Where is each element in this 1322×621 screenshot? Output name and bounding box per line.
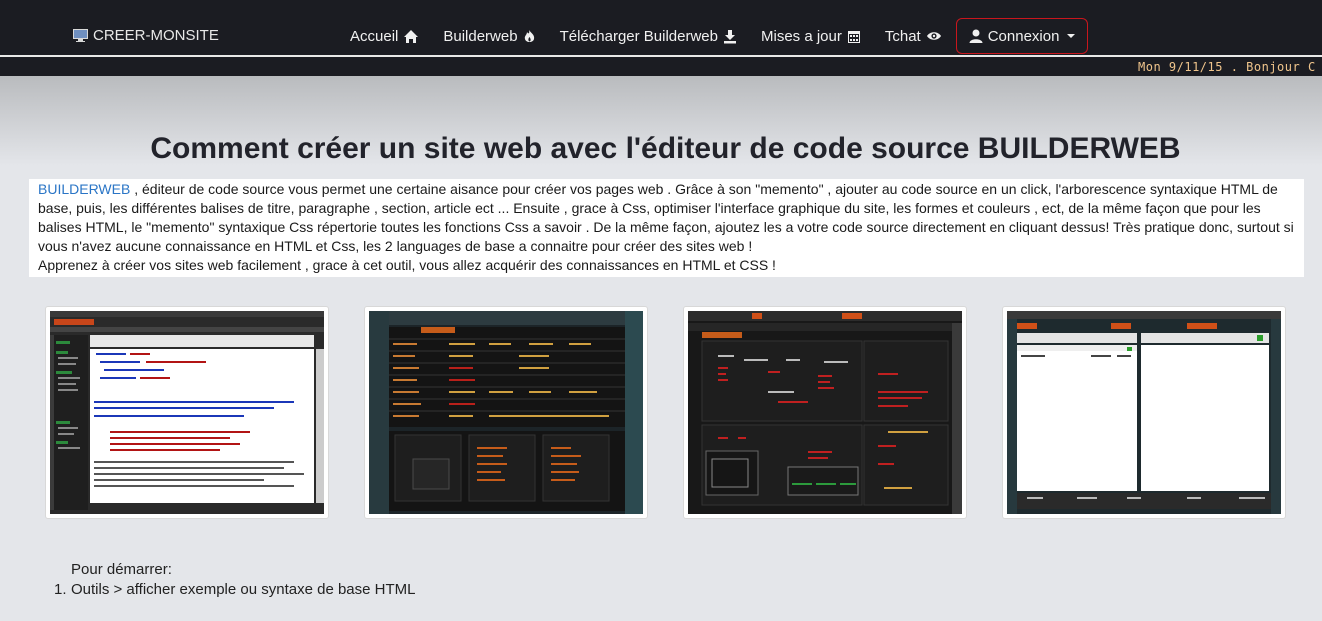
ticker-text: Mon 9/11/15 . Bonjour C — [1138, 60, 1316, 74]
nav-builderweb[interactable]: Builderweb — [431, 18, 547, 54]
nav-accueil-label: Accueil — [350, 27, 399, 45]
screenshot-ftp-image — [1007, 311, 1281, 514]
step-text: Outils > afficher exemple ou syntaxe de … — [71, 581, 416, 598]
connexion-dropdown-button[interactable]: Connexion — [955, 18, 1089, 54]
nav-telecharger-label: Télécharger Builderweb — [559, 27, 718, 45]
download-icon — [723, 29, 737, 44]
chevron-down-icon — [1067, 34, 1076, 38]
intro-paragraph: , éditeur de code source vous permet une… — [38, 181, 1294, 254]
nav-mises-a-jour-label: Mises a jour — [761, 27, 842, 45]
eye-icon — [926, 30, 942, 42]
connexion-label: Connexion — [987, 27, 1060, 45]
calendar-icon — [847, 29, 861, 44]
home-icon — [403, 29, 419, 44]
nav-accueil[interactable]: Accueil — [338, 18, 431, 54]
start-title: Pour démarrer: — [71, 561, 172, 578]
screenshot-ftp[interactable] — [1002, 306, 1286, 519]
user-icon — [969, 29, 983, 44]
nav-mises-a-jour[interactable]: Mises a jour — [749, 18, 873, 54]
step-item: 1. Outils > afficher exemple ou syntaxe … — [54, 581, 416, 598]
intro-text: BUILDERWEB , éditeur de code source vous… — [29, 179, 1304, 277]
steps-list: 1. Outils > afficher exemple ou syntaxe … — [54, 581, 416, 598]
step-number: 1. — [54, 581, 67, 598]
ticker-bar: Mon 9/11/15 . Bonjour C — [0, 57, 1322, 76]
top-navbar: CREER-MONSITE Accueil Builderweb Télécha… — [0, 0, 1322, 55]
page-title: Comment créer un site web avec l'éditeur… — [150, 132, 1181, 165]
main-menu: Accueil Builderweb Télécharger Builderwe… — [338, 18, 1089, 54]
nav-tchat-label: Tchat — [884, 27, 921, 45]
brand-label: CREER-MONSITE — [93, 27, 219, 44]
screenshot-css-memento[interactable] — [364, 306, 648, 519]
nav-tchat[interactable]: Tchat — [873, 18, 954, 54]
brand-link[interactable]: CREER-MONSITE — [73, 27, 219, 44]
screenshot-html-memento[interactable] — [683, 306, 967, 519]
screenshot-editor[interactable] — [45, 306, 329, 519]
nav-telecharger[interactable]: Télécharger Builderweb — [548, 18, 749, 54]
intro-paragraph-2: Apprenez à créer vos sites web facilemen… — [38, 257, 776, 273]
screenshot-editor-image — [50, 311, 324, 514]
monitor-icon — [73, 29, 88, 42]
screenshot-css-memento-image — [369, 311, 643, 514]
nav-builderweb-label: Builderweb — [443, 27, 518, 45]
builderweb-link[interactable]: BUILDERWEB — [38, 181, 130, 197]
fire-icon — [523, 29, 536, 44]
screenshot-html-memento-image — [688, 311, 962, 514]
